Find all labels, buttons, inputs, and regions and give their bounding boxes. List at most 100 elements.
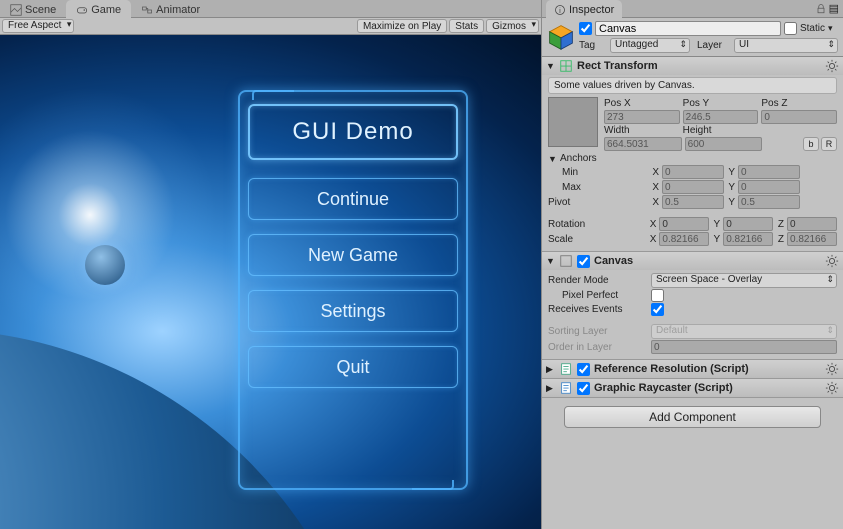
anchors-fold-icon[interactable]: ▼: [548, 154, 557, 164]
game-icon: [76, 4, 88, 16]
rot-y[interactable]: [723, 217, 773, 231]
raycaster-title: Graphic Raycaster (Script): [594, 382, 821, 394]
layer-popup[interactable]: UI: [734, 38, 838, 53]
pivot-x[interactable]: [662, 195, 724, 209]
anchor-min-x[interactable]: [662, 165, 724, 179]
inspector-panel: i Inspector ▤ Static ▾ Tag Untagged Laye…: [541, 0, 843, 529]
pixel-perfect-checkbox[interactable]: [651, 289, 664, 302]
scale-x[interactable]: [659, 232, 709, 246]
inspector-icon: i: [554, 4, 566, 16]
layer-label: Layer: [697, 40, 731, 51]
scale-label: Scale: [548, 234, 646, 245]
posx-field[interactable]: [604, 110, 680, 124]
stats-toggle[interactable]: Stats: [449, 19, 484, 33]
receives-events-checkbox[interactable]: [651, 303, 664, 316]
reference-resolution-component: ▶ Reference Resolution (Script): [542, 360, 843, 379]
menu-new-game-button[interactable]: New Game: [248, 234, 458, 276]
anchor-max-x[interactable]: [662, 180, 724, 194]
receives-events-label: Receives Events: [548, 304, 648, 315]
tag-label: Tag: [579, 40, 607, 51]
graphic-raycaster-header[interactable]: ▶ Graphic Raycaster (Script): [542, 379, 843, 397]
rect-transform-title: Rect Transform: [577, 60, 821, 72]
gear-icon[interactable]: [825, 59, 839, 73]
tag-popup[interactable]: Untagged: [610, 38, 690, 53]
add-component-button[interactable]: Add Component: [564, 406, 821, 428]
blueprint-mode-button[interactable]: b: [803, 137, 819, 151]
height-field[interactable]: [685, 137, 763, 151]
view-tabs: Scene Game Animator: [0, 0, 541, 18]
tab-inspector[interactable]: i Inspector: [546, 0, 622, 18]
tab-scene[interactable]: Scene: [0, 0, 66, 18]
width-field[interactable]: [604, 137, 682, 151]
gameobject-active-checkbox[interactable]: [579, 22, 592, 35]
anchor-max-label: Max: [548, 182, 648, 193]
graphic-raycaster-component: ▶ Graphic Raycaster (Script): [542, 379, 843, 398]
render-mode-popup[interactable]: Screen Space - Overlay: [651, 273, 837, 288]
gizmos-toggle[interactable]: Gizmos: [486, 19, 539, 33]
pixel-perfect-label: Pixel Perfect: [548, 290, 648, 301]
gear-icon[interactable]: [825, 381, 839, 395]
menu-continue-button[interactable]: Continue: [248, 178, 458, 220]
game-toolbar: Free Aspect Maximize on Play Stats Gizmo…: [0, 18, 541, 35]
posz-label: Pos Z: [761, 98, 837, 109]
tab-game-label: Game: [91, 4, 121, 16]
gameobject-cube-icon: [547, 23, 575, 51]
menu-settings-button[interactable]: Settings: [248, 290, 458, 332]
height-label: Height: [683, 125, 759, 136]
scale-y[interactable]: [723, 232, 773, 246]
anchor-max-y[interactable]: [738, 180, 800, 194]
tab-scene-label: Scene: [25, 4, 56, 16]
fold-icon: ▼: [546, 256, 555, 266]
tab-game[interactable]: Game: [66, 0, 131, 18]
rot-z[interactable]: [787, 217, 837, 231]
gear-icon[interactable]: [825, 254, 839, 268]
fold-icon: ▼: [546, 61, 555, 71]
aspect-dropdown[interactable]: Free Aspect: [2, 19, 74, 33]
rect-transform-component: ▼ Rect Transform Some values driven by C…: [542, 57, 843, 252]
static-label: Static: [800, 23, 825, 34]
order-in-layer-label: Order in Layer: [548, 342, 648, 353]
anchors-label: Anchors: [560, 153, 597, 164]
canvas-header[interactable]: ▼ Canvas: [542, 252, 843, 270]
anchor-preset-thumb[interactable]: [548, 97, 598, 147]
pivot-y[interactable]: [738, 195, 800, 209]
inspector-tabs: i Inspector ▤: [542, 0, 843, 18]
menu-quit-button[interactable]: Quit: [248, 346, 458, 388]
ref-res-enabled-checkbox[interactable]: [577, 363, 590, 376]
menu-title: GUI Demo: [248, 104, 458, 160]
ref-res-title: Reference Resolution (Script): [594, 363, 821, 375]
pivot-label: Pivot: [548, 197, 648, 208]
canvas-enabled-checkbox[interactable]: [577, 255, 590, 268]
rect-transform-info: Some values driven by Canvas.: [548, 77, 837, 94]
static-dropdown-icon[interactable]: ▾: [828, 23, 838, 34]
maximize-on-play-toggle[interactable]: Maximize on Play: [357, 19, 447, 33]
gear-icon[interactable]: [825, 362, 839, 376]
scale-z[interactable]: [787, 232, 837, 246]
panel-menu-icon[interactable]: ▤: [829, 2, 839, 15]
lock-icon[interactable]: [815, 3, 827, 15]
static-checkbox[interactable]: [784, 22, 797, 35]
width-label: Width: [604, 125, 680, 136]
svg-text:i: i: [559, 6, 561, 15]
anchor-min-y[interactable]: [738, 165, 800, 179]
moon: [85, 245, 125, 285]
tab-animator[interactable]: Animator: [131, 0, 210, 18]
fold-icon: ▶: [546, 364, 555, 375]
rot-x[interactable]: [659, 217, 709, 231]
posy-field[interactable]: [683, 110, 759, 124]
raw-edit-button[interactable]: R: [821, 137, 837, 151]
lens-flare: [0, 65, 240, 365]
raycaster-enabled-checkbox[interactable]: [577, 382, 590, 395]
gameobject-name-field[interactable]: [595, 21, 781, 36]
game-view: GUI Demo Continue New Game Settings Quit: [0, 35, 541, 529]
order-in-layer-field: [651, 340, 837, 354]
sorting-layer-popup: Default: [651, 324, 837, 339]
canvas-component: ▼ Canvas Render Mode Screen Space - Over…: [542, 252, 843, 360]
reference-resolution-header[interactable]: ▶ Reference Resolution (Script): [542, 360, 843, 378]
game-panel: Scene Game Animator Free Aspect Maximize…: [0, 0, 541, 529]
anchor-min-label: Min: [548, 167, 648, 178]
rotation-label: Rotation: [548, 219, 646, 230]
tab-animator-label: Animator: [156, 4, 200, 16]
posz-field[interactable]: [761, 110, 837, 124]
rect-transform-header[interactable]: ▼ Rect Transform: [542, 57, 843, 75]
